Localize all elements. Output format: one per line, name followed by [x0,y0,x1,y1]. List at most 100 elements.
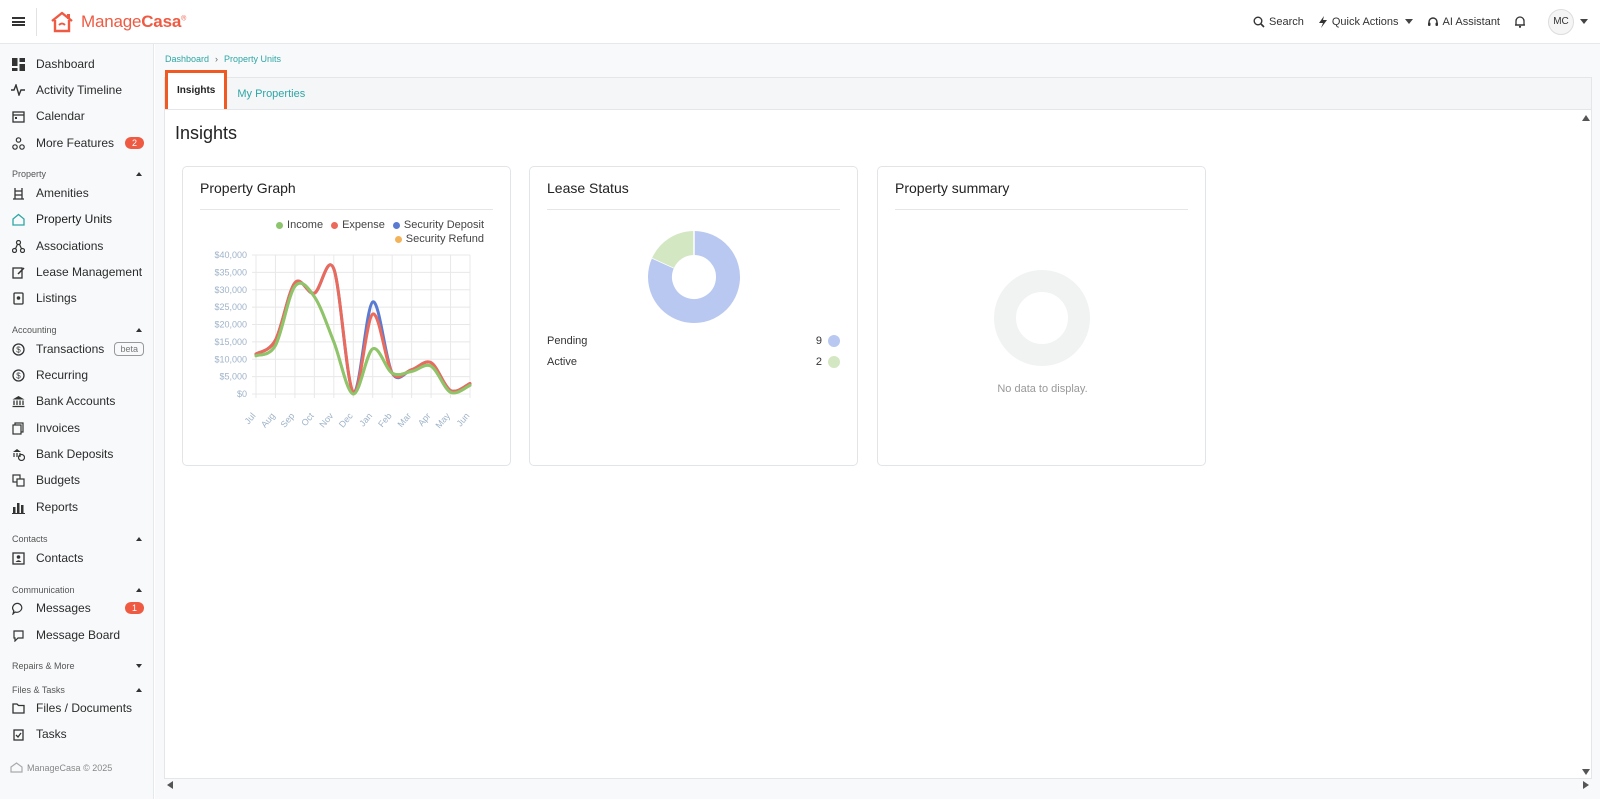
sidebar-item-lease-management[interactable]: Lease Management [0,260,153,284]
sidebar-item-messages[interactable]: Messages 1 [0,596,153,620]
bank-icon [11,394,25,408]
legend-security-refund[interactable]: Security Refund [406,233,484,245]
tab-my-properties[interactable]: My Properties [227,78,315,110]
tasks-icon [11,727,25,741]
section-header-repairs[interactable]: Repairs & More [0,659,153,673]
message-icon [11,601,25,615]
sidebar-item-transactions[interactable]: $ Transactions beta [0,337,153,361]
sidebar-item-associations[interactable]: Associations [0,234,153,258]
search-label: Search [1269,15,1304,28]
active-swatch [828,356,840,368]
section-label: Accounting [12,325,57,335]
section-header-property[interactable]: Property [0,167,153,181]
beta-tag: beta [114,342,144,356]
empty-donut [994,270,1090,366]
sidebar-item-amenities[interactable]: Amenities [0,181,153,205]
ai-assistant-button[interactable]: AI Assistant [1427,16,1500,28]
collapse-icon [136,688,142,692]
bell-icon [1515,16,1525,28]
brand-logo[interactable]: ManageCasa® [49,10,186,34]
menu-toggle-button[interactable] [0,0,36,44]
lease-value: 9 [815,335,822,347]
scroll-down-icon[interactable] [1582,769,1590,775]
x-tick-label: Nov [317,410,335,429]
headset-icon [1427,16,1438,26]
sidebar-item-listings[interactable]: Listings [0,286,153,310]
search-button[interactable]: Search [1253,16,1304,28]
section-header-files[interactable]: Files & Tasks [0,683,153,697]
sidebar-item-label: Transactions [36,342,105,356]
sidebar-item-reports[interactable]: Reports [0,495,153,519]
notifications-button[interactable] [1514,15,1530,28]
sidebar-item-label: Dashboard [36,57,95,71]
legend-income-dot [276,221,284,229]
lease-row-pending: Pending 9 [547,335,840,347]
x-tick-label: May [433,410,452,430]
card-title: Property summary [895,180,1010,196]
sidebar-item-label: Listings [36,291,77,305]
quick-actions-button[interactable]: Quick Actions [1318,15,1413,28]
brand-name: ManageCasa® [81,11,187,31]
sidebar-item-label: Reports [36,500,79,514]
invoice-icon [11,421,25,435]
sidebar-item-files-documents[interactable]: Files / Documents [0,696,153,720]
series-line-income[interactable] [254,281,472,396]
scroll-right-icon[interactable] [1583,781,1589,789]
chart-legend: Income Expense Security Deposit [276,219,484,231]
section-label: Contacts [12,534,48,544]
collapse-icon [136,537,142,541]
legend-expense[interactable]: Expense [342,219,385,231]
calendar-icon [11,109,25,123]
horizontal-scrollbar[interactable] [164,779,1592,791]
breadcrumb-current[interactable]: Property Units [224,54,281,64]
x-tick-label: Jul [242,411,257,426]
sidebar-item-bank-deposits[interactable]: Bank Deposits [0,442,153,466]
scroll-left-icon[interactable] [167,781,173,789]
tab-insights[interactable]: Insights [165,69,228,112]
listings-icon [11,291,25,305]
contacts-icon [11,551,25,565]
x-tick-label: Sep [278,411,296,430]
property-summary-card: Property summary No data to display. [877,166,1206,466]
scroll-up-icon[interactable] [1582,115,1590,121]
sidebar-item-activity-timeline[interactable]: Activity Timeline [0,78,153,102]
sidebar-item-calendar[interactable]: Calendar [0,104,153,128]
collapse-icon [136,328,142,332]
house-logo-icon [10,762,23,773]
card-title: Property Graph [200,180,296,196]
expand-icon [136,664,142,668]
sidebar-item-message-board[interactable]: Message Board [0,623,153,647]
x-tick-label: Apr [416,411,433,428]
sidebar-item-dashboard[interactable]: Dashboard [0,52,153,76]
sidebar-item-budgets[interactable]: Budgets [0,468,153,492]
lightning-icon [1318,15,1327,28]
pending-swatch [828,335,840,347]
sidebar-item-bank-accounts[interactable]: Bank Accounts [0,389,153,413]
legend-security-deposit[interactable]: Security Deposit [404,219,484,231]
caret-down-icon [1580,19,1588,24]
sidebar-item-more-features[interactable]: More Features 2 [0,131,153,155]
user-menu[interactable]: MC [1548,8,1588,35]
section-header-contacts[interactable]: Contacts [0,532,153,546]
section-header-accounting[interactable]: Accounting [0,323,153,337]
legend-income[interactable]: Income [287,219,323,231]
sidebar-item-tasks[interactable]: Tasks [0,722,153,746]
divider [36,7,37,36]
breadcrumb-dashboard-link[interactable]: Dashboard [165,54,209,64]
legend-deposit-dot [392,221,400,229]
vertical-scrollbar[interactable] [1581,110,1591,780]
sidebar-item-label: Calendar [36,109,85,123]
section-label: Files & Tasks [12,685,65,695]
sidebar-item-property-units[interactable]: Property Units [0,207,153,231]
main-area: Dashboard › Property Units Insights My P… [155,44,1600,799]
sidebar-item-label: More Features [36,136,115,150]
svg-text:$: $ [16,371,21,380]
sidebar-item-recurring[interactable]: $ Recurring [0,363,153,387]
sidebar-item-invoices[interactable]: Invoices [0,416,153,440]
y-tick-label: $25,000 [214,302,247,312]
sidebar-item-contacts[interactable]: Contacts [0,546,153,570]
associations-icon [11,239,25,253]
section-header-communication[interactable]: Communication [0,583,153,597]
donut-slice-active[interactable] [652,231,695,269]
section-label: Repairs & More [12,661,75,671]
